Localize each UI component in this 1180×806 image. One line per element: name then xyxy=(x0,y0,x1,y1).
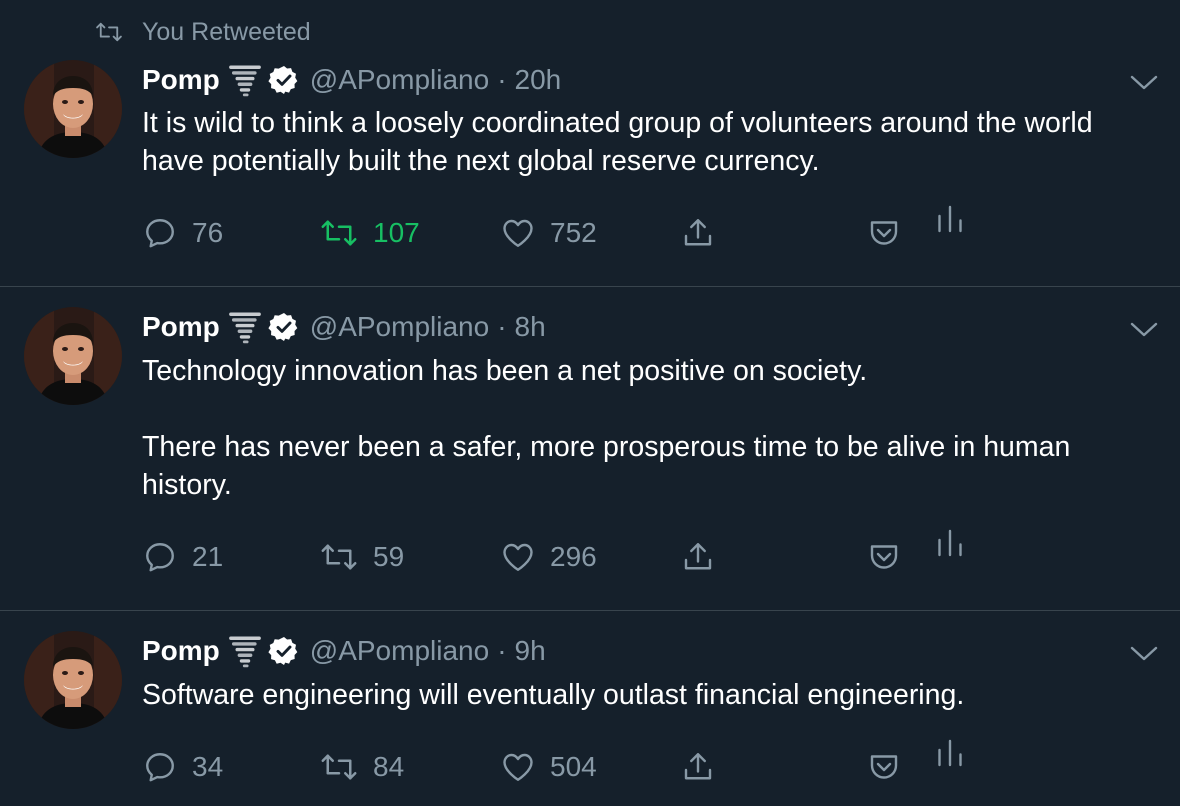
tweet-header: Pomp @APompliano · 20h xyxy=(142,60,561,100)
retweet-icon xyxy=(94,21,124,43)
tweet-header: Pomp @APompliano · 9h xyxy=(142,631,546,671)
reply-icon xyxy=(142,215,178,251)
analytics-button[interactable] xyxy=(932,731,968,775)
analytics-icon xyxy=(932,735,968,771)
timeline-feed: You Retweeted Pomp @APompliano · 20h It … xyxy=(0,0,1180,806)
avatar[interactable] xyxy=(24,631,122,729)
tornado-emoji-icon xyxy=(228,634,262,668)
reply-count: 76 xyxy=(192,217,224,248)
save-button[interactable] xyxy=(866,211,902,255)
reply-icon xyxy=(142,539,178,575)
reply-count: 34 xyxy=(192,751,224,782)
pocket-save-icon xyxy=(866,215,902,251)
separator: · xyxy=(497,311,507,342)
analytics-button[interactable] xyxy=(932,521,968,565)
save-button[interactable] xyxy=(866,535,902,579)
tweet-actions: 76 107 752 xyxy=(142,211,1142,255)
share-button[interactable] xyxy=(680,211,716,255)
tweet-text: Software engineering will eventually out… xyxy=(142,679,965,711)
timestamp[interactable]: 9h xyxy=(515,635,546,667)
share-button[interactable] xyxy=(680,535,716,579)
share-button[interactable] xyxy=(680,745,716,789)
separator: · xyxy=(497,635,507,666)
reply-count: 21 xyxy=(192,541,224,572)
handle[interactable]: @APompliano xyxy=(310,635,489,667)
chevron-down-icon[interactable] xyxy=(1128,319,1160,339)
retweet-icon xyxy=(319,542,359,572)
retweet-context: You Retweeted xyxy=(94,16,311,48)
retweet-button[interactable]: 107 xyxy=(319,211,420,255)
display-name[interactable]: Pomp xyxy=(142,64,220,96)
reply-icon xyxy=(142,749,178,785)
heart-icon xyxy=(500,749,536,785)
display-name[interactable]: Pomp xyxy=(142,311,220,343)
tornado-emoji-icon xyxy=(228,63,262,97)
pocket-save-icon xyxy=(866,539,902,575)
reply-button[interactable]: 76 xyxy=(142,211,223,255)
verified-badge-icon xyxy=(268,635,300,667)
reply-button[interactable]: 34 xyxy=(142,745,223,789)
analytics-icon xyxy=(932,201,968,237)
retweet-count: 84 xyxy=(373,751,405,782)
retweet-icon xyxy=(319,752,359,782)
tornado-emoji-icon xyxy=(228,310,262,344)
verified-badge-icon xyxy=(268,64,300,96)
reply-button[interactable]: 21 xyxy=(142,535,223,579)
analytics-button[interactable] xyxy=(932,197,968,241)
retweet-icon xyxy=(319,218,359,248)
retweet-context-label: You Retweeted xyxy=(142,17,311,46)
display-name[interactable]: Pomp xyxy=(142,635,220,667)
save-button[interactable] xyxy=(866,745,902,789)
retweet-button[interactable]: 84 xyxy=(319,745,404,789)
timestamp[interactable]: 8h xyxy=(515,311,546,343)
avatar[interactable] xyxy=(24,307,122,405)
timestamp[interactable]: 20h xyxy=(515,64,562,96)
avatar[interactable] xyxy=(24,60,122,158)
tweet[interactable]: You Retweeted Pomp @APompliano · 20h It … xyxy=(0,0,1180,286)
analytics-icon xyxy=(932,525,968,561)
tweet-header: Pomp @APompliano · 8h xyxy=(142,307,546,347)
tweet[interactable]: Pomp @APompliano · 9h Software engineeri… xyxy=(0,611,1180,806)
retweet-count: 59 xyxy=(373,541,405,572)
like-button[interactable]: 504 xyxy=(500,745,597,789)
tweet-text: It is wild to think a loosely coordinate… xyxy=(142,107,1101,177)
handle[interactable]: @APompliano xyxy=(310,311,489,343)
like-count: 752 xyxy=(550,217,597,248)
share-icon xyxy=(680,539,716,575)
like-button[interactable]: 296 xyxy=(500,535,597,579)
retweet-count: 107 xyxy=(373,217,420,248)
tweet[interactable]: Pomp @APompliano · 8h Technology innovat… xyxy=(0,287,1180,610)
pocket-save-icon xyxy=(866,749,902,785)
chevron-down-icon[interactable] xyxy=(1128,72,1160,92)
tweet-actions: 34 84 504 xyxy=(142,745,1142,789)
like-count: 504 xyxy=(550,751,597,782)
like-count: 296 xyxy=(550,541,597,572)
tweet-text: Technology innovation has been a net pos… xyxy=(142,355,1071,501)
retweet-button[interactable]: 59 xyxy=(319,535,404,579)
verified-badge-icon xyxy=(268,311,300,343)
share-icon xyxy=(680,215,716,251)
chevron-down-icon[interactable] xyxy=(1128,643,1160,663)
handle[interactable]: @APompliano xyxy=(310,64,489,96)
heart-icon xyxy=(500,539,536,575)
tweet-actions: 21 59 296 xyxy=(142,535,1142,579)
share-icon xyxy=(680,749,716,785)
separator: · xyxy=(497,64,507,95)
heart-icon xyxy=(500,215,536,251)
like-button[interactable]: 752 xyxy=(500,211,597,255)
